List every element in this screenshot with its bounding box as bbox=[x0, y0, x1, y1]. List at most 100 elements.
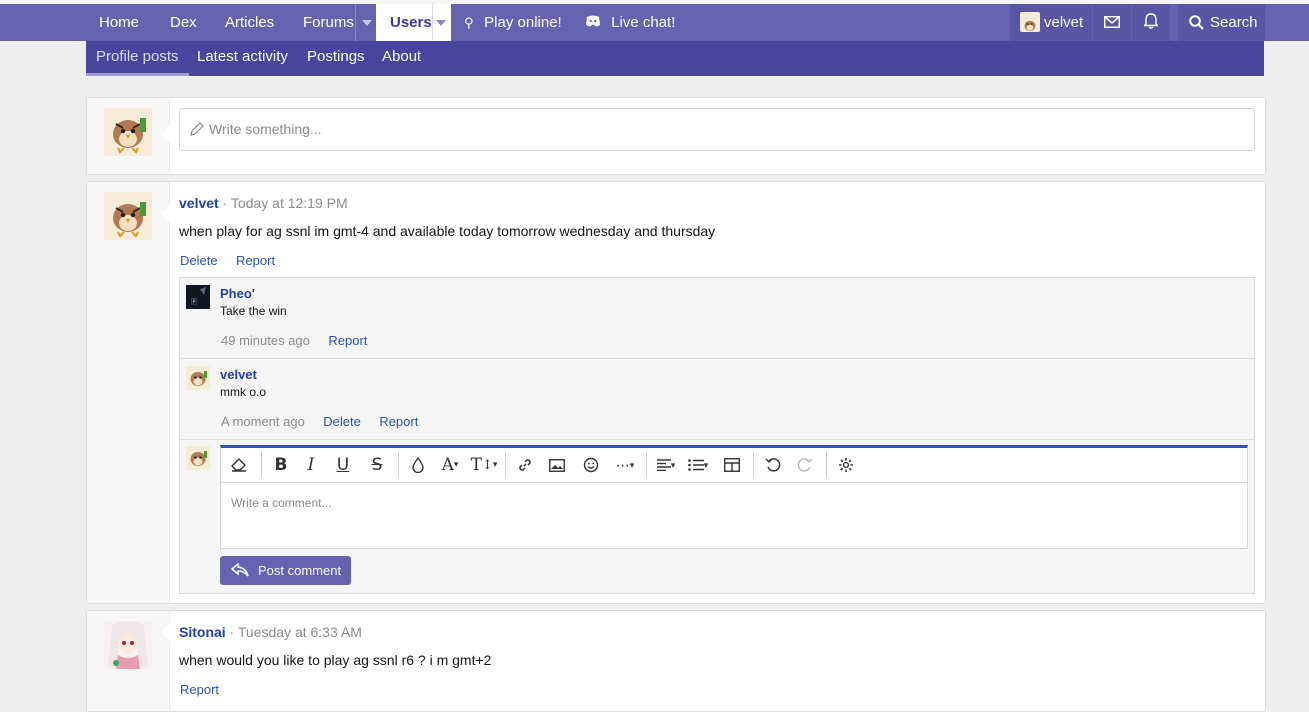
undo-icon[interactable] bbox=[758, 448, 788, 482]
comment-editor: B I U S A ▾ T ↕ ▾ ⋯ ▾ ▾ ▾ Write a commen… bbox=[220, 445, 1248, 549]
italic-icon[interactable]: I bbox=[296, 448, 326, 482]
color-icon[interactable] bbox=[403, 448, 433, 482]
nav-play-label: Play online! bbox=[484, 14, 562, 31]
nav-separator bbox=[355, 4, 356, 41]
comment-username[interactable]: velvet bbox=[220, 367, 257, 382]
redo-icon[interactable] bbox=[788, 448, 822, 482]
avatar-column bbox=[87, 182, 170, 603]
avatar[interactable] bbox=[104, 621, 152, 669]
tab-postings[interactable]: Postings bbox=[307, 41, 365, 76]
post-separator: · bbox=[218, 195, 231, 211]
nav-dex[interactable]: Dex bbox=[170, 4, 197, 41]
toolbar-separator bbox=[826, 452, 827, 478]
envelope-icon bbox=[1104, 16, 1120, 28]
table-icon[interactable] bbox=[715, 448, 749, 482]
avatar[interactable] bbox=[104, 192, 152, 240]
profile-post: Sitonai · Tuesday at 6:33 AM when would … bbox=[86, 610, 1266, 712]
composer-block: Write something... bbox=[86, 97, 1266, 175]
toolbar-separator bbox=[646, 452, 647, 478]
nav-live-chat[interactable]: Live chat! bbox=[585, 4, 675, 41]
comment-text: mmk o.o bbox=[220, 385, 267, 399]
report-link[interactable]: Report bbox=[236, 253, 275, 268]
nav-play-online[interactable]: ⚲ Play online! bbox=[464, 4, 562, 41]
gear-icon[interactable] bbox=[831, 448, 861, 482]
toolbar-separator bbox=[261, 452, 262, 478]
underline-icon[interactable]: U bbox=[326, 448, 360, 482]
search-label: Search bbox=[1210, 14, 1258, 31]
alerts-button[interactable] bbox=[1132, 4, 1170, 41]
account-avatar bbox=[1020, 12, 1040, 32]
toolbar-separator bbox=[753, 452, 754, 478]
comment-input[interactable]: Write a comment... bbox=[231, 496, 331, 510]
report-link[interactable]: Report bbox=[180, 682, 219, 697]
reply-icon bbox=[231, 563, 249, 577]
comment-username[interactable]: Pheo' bbox=[220, 286, 255, 301]
post-username[interactable]: velvet bbox=[179, 195, 219, 211]
comment-divider bbox=[180, 358, 1254, 359]
users-dropdown-icon[interactable] bbox=[436, 4, 446, 41]
strikethrough-icon[interactable]: S bbox=[360, 448, 394, 482]
discord-icon bbox=[586, 15, 600, 27]
tab-latest-activity[interactable]: Latest activity bbox=[197, 41, 288, 76]
nav-forums-label: Forums bbox=[303, 14, 354, 31]
smile-icon[interactable] bbox=[574, 448, 608, 482]
eraser-icon[interactable] bbox=[221, 448, 257, 482]
link-icon[interactable] bbox=[510, 448, 540, 482]
nav-home[interactable]: Home bbox=[99, 4, 139, 41]
bold-icon[interactable]: B bbox=[266, 448, 296, 482]
pencil-icon bbox=[190, 122, 204, 136]
avatar-pointer bbox=[161, 204, 170, 222]
nav-chat-label: Live chat! bbox=[611, 14, 676, 31]
avatar[interactable] bbox=[104, 108, 152, 156]
forums-dropdown-icon[interactable] bbox=[360, 4, 374, 41]
nav-articles[interactable]: Articles bbox=[225, 4, 274, 41]
comment-time[interactable]: 49 minutes ago bbox=[221, 333, 310, 348]
avatar-pointer bbox=[161, 623, 170, 641]
account-menu[interactable]: velvet bbox=[1010, 4, 1092, 41]
post-text: when would you like to play ag ssnl r6 ?… bbox=[179, 652, 492, 668]
comment-divider bbox=[180, 439, 1254, 440]
post-time[interactable]: Today at 12:19 PM bbox=[231, 195, 348, 211]
report-link[interactable]: Report bbox=[328, 333, 367, 348]
profile-post: velvet · Today at 12:19 PM when play for… bbox=[86, 181, 1266, 604]
list-icon[interactable]: ▾ bbox=[681, 448, 715, 482]
more-icon[interactable]: ⋯ ▾ bbox=[608, 448, 642, 482]
post-username[interactable]: Sitonai bbox=[179, 624, 226, 640]
bell-icon bbox=[1142, 13, 1160, 29]
delete-link[interactable]: Delete bbox=[323, 414, 361, 429]
tab-profile-posts[interactable]: Profile posts bbox=[86, 41, 189, 76]
play-icon: ⚲ bbox=[464, 15, 474, 30]
report-link[interactable]: Report bbox=[379, 414, 418, 429]
text-size-icon[interactable]: T ↕ ▾ bbox=[467, 448, 501, 482]
avatar-pointer bbox=[161, 125, 170, 143]
nav-forums[interactable]: Forums bbox=[303, 4, 354, 41]
align-icon[interactable]: ▾ bbox=[651, 448, 681, 482]
account-username: velvet bbox=[1044, 14, 1084, 31]
nav-users-separator bbox=[432, 3, 433, 40]
comment-time[interactable]: A moment ago bbox=[221, 414, 305, 429]
comment-avatar[interactable] bbox=[186, 446, 210, 470]
tab-about[interactable]: About bbox=[382, 41, 421, 76]
post-comment-label: Post comment bbox=[258, 563, 342, 578]
toolbar-separator bbox=[398, 452, 399, 478]
comment-avatar[interactable]: 🄿 bbox=[186, 285, 210, 309]
font-icon[interactable]: A ▾ bbox=[433, 448, 467, 482]
image-icon[interactable] bbox=[540, 448, 574, 482]
comment-text: Take the win bbox=[220, 304, 287, 318]
editor-toolbar: B I U S A ▾ T ↕ ▾ ⋯ ▾ ▾ ▾ bbox=[221, 448, 1247, 483]
sub-nav: Profile posts Latest activity Postings A… bbox=[86, 41, 1264, 76]
delete-link[interactable]: Delete bbox=[180, 253, 218, 268]
write-something-input[interactable]: Write something... bbox=[179, 108, 1255, 151]
comment-avatar[interactable] bbox=[186, 366, 210, 390]
composer-placeholder: Write something... bbox=[209, 121, 322, 137]
nav-users-label: Users bbox=[390, 14, 432, 31]
toolbar-separator bbox=[505, 452, 506, 478]
search-icon bbox=[1189, 15, 1204, 30]
comment-list: 🄿 Pheo' Take the win 49 minutes ago Repo… bbox=[179, 277, 1255, 594]
search-button[interactable]: Search bbox=[1178, 4, 1265, 41]
post-comment-button[interactable]: Post comment bbox=[220, 556, 351, 585]
post-separator: · bbox=[225, 624, 238, 640]
inbox-button[interactable] bbox=[1093, 4, 1131, 41]
post-time[interactable]: Tuesday at 6:33 AM bbox=[238, 624, 362, 640]
nav-users[interactable]: Users bbox=[376, 3, 451, 41]
